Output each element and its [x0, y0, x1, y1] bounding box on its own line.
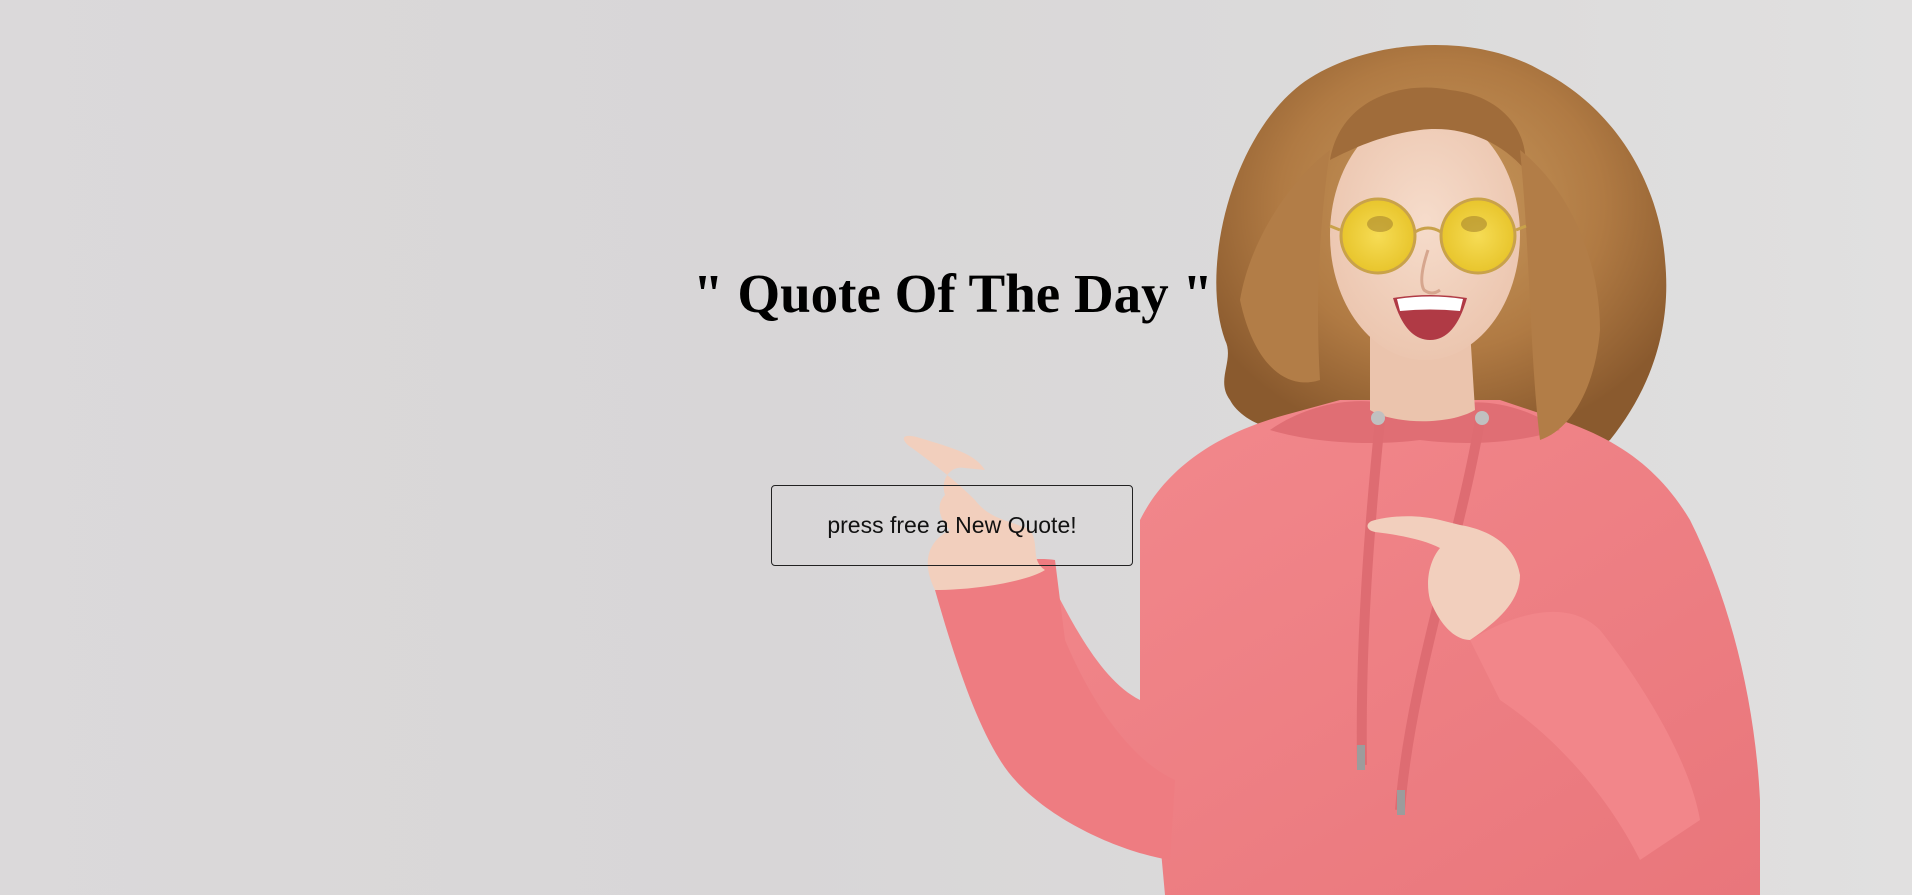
- page: " Quote Of The Day " press free a New Qu…: [0, 0, 1912, 895]
- new-quote-button[interactable]: press free a New Quote!: [771, 485, 1133, 566]
- hero-photo: [903, 44, 1760, 895]
- page-title: " Quote Of The Day ": [693, 263, 1213, 324]
